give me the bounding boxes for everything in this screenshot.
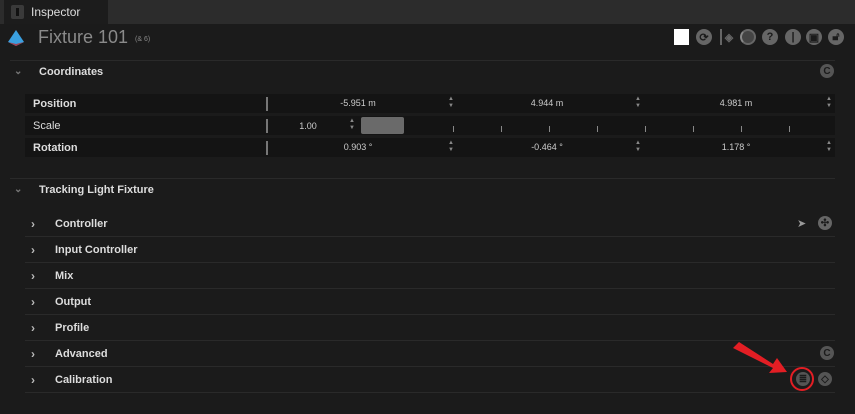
chevron-right-icon: › (31, 268, 35, 283)
record-icon[interactable] (740, 29, 756, 45)
position-z-input[interactable]: 4.981 m (676, 98, 796, 108)
gobo-icon[interactable]: ✣ (818, 216, 832, 230)
copy-icon[interactable]: C (820, 64, 834, 78)
subsection-calibration[interactable]: › Calibration (25, 367, 835, 393)
chevron-right-icon: › (31, 346, 35, 361)
snapshot-icon[interactable]: ▣ (806, 29, 822, 45)
slider-tick (549, 126, 550, 132)
scale-spinner[interactable]: ▲ ▼ (348, 118, 356, 132)
section-title: Coordinates (39, 65, 104, 78)
tab-inspector[interactable]: Inspector (4, 0, 108, 24)
subsection-label: Mix (55, 269, 74, 282)
section-coordinates[interactable]: ⌄ Coordinates (10, 60, 835, 82)
slider-tick (501, 126, 502, 132)
scale-slider[interactable] (361, 116, 835, 135)
page-title: Fixture 101 (38, 27, 129, 47)
subsection-profile[interactable]: › Profile (25, 315, 835, 341)
panel-icon (11, 5, 24, 19)
tag-icon[interactable]: ◈ (720, 29, 736, 45)
rotation-x-input[interactable]: 0.903 ° (298, 142, 418, 152)
slider-tick (645, 126, 646, 132)
scale-input[interactable]: 1.00 (278, 121, 338, 131)
info-icon[interactable]: | (785, 29, 801, 45)
help-icon[interactable]: ? (762, 29, 778, 45)
position-x-spinner[interactable]: ▲ ▼ (447, 96, 455, 110)
scale-label: Scale (25, 118, 268, 133)
section-title: Tracking Light Fixture (39, 183, 154, 196)
color-swatch-button[interactable] (674, 29, 689, 45)
rotation-y-spinner[interactable]: ▲ ▼ (634, 140, 642, 154)
chevron-right-icon: › (31, 372, 35, 387)
chevron-right-icon: › (31, 294, 35, 309)
chevron-right-icon: › (31, 242, 35, 257)
position-y-spinner[interactable]: ▲ ▼ (634, 96, 642, 110)
rotation-x-spinner[interactable]: ▲ ▼ (447, 140, 455, 154)
section-tracking-light-fixture[interactable]: ⌄ Tracking Light Fixture (10, 178, 835, 200)
chevron-right-icon: › (31, 320, 35, 335)
refresh-icon[interactable]: ⟳ (696, 29, 712, 45)
page-subtitle: (& 6) (135, 36, 151, 43)
chevron-right-icon: › (31, 216, 35, 231)
subsection-controller[interactable]: › Controller (25, 211, 835, 237)
slider-tick (453, 126, 454, 132)
position-label: Position (25, 96, 268, 111)
pointer-icon[interactable]: ➤ (797, 217, 806, 230)
tab-bar (0, 0, 855, 24)
slider-tick (693, 126, 694, 132)
chevron-down-icon: ⌄ (14, 66, 23, 77)
position-x-input[interactable]: -5.951 m (298, 98, 418, 108)
subsection-output[interactable]: › Output (25, 289, 835, 315)
subsection-label: Controller (55, 217, 108, 230)
subsection-label: Output (55, 295, 92, 308)
scale-slider-fill (361, 117, 404, 134)
tab-label: Inspector (31, 5, 81, 19)
subsection-label: Profile (55, 321, 90, 334)
subsection-label: Input Controller (55, 243, 138, 256)
rotation-label: Rotation (25, 140, 268, 155)
rotation-z-spinner[interactable]: ▲ ▼ (825, 140, 833, 154)
annotation-arrow-icon (733, 342, 814, 391)
position-y-input[interactable]: 4.944 m (487, 98, 607, 108)
subsection-label: Advanced (55, 347, 108, 360)
slider-tick (789, 126, 790, 132)
subsection-mix[interactable]: › Mix (25, 263, 835, 289)
position-z-spinner[interactable]: ▲ ▼ (825, 96, 833, 110)
slider-tick (741, 126, 742, 132)
lock-icon[interactable]: 🔓︎ (828, 29, 844, 45)
rotation-z-input[interactable]: 1.178 ° (676, 142, 796, 152)
chevron-down-icon: ⌄ (14, 184, 23, 195)
subsection-advanced[interactable]: › Advanced (25, 341, 835, 367)
subsection-label: Calibration (55, 373, 113, 386)
subsection-input-controller[interactable]: › Input Controller (25, 237, 835, 263)
rotation-y-input[interactable]: -0.464 ° (487, 142, 607, 152)
fixture-logo-icon (8, 30, 24, 46)
slider-tick (597, 126, 598, 132)
